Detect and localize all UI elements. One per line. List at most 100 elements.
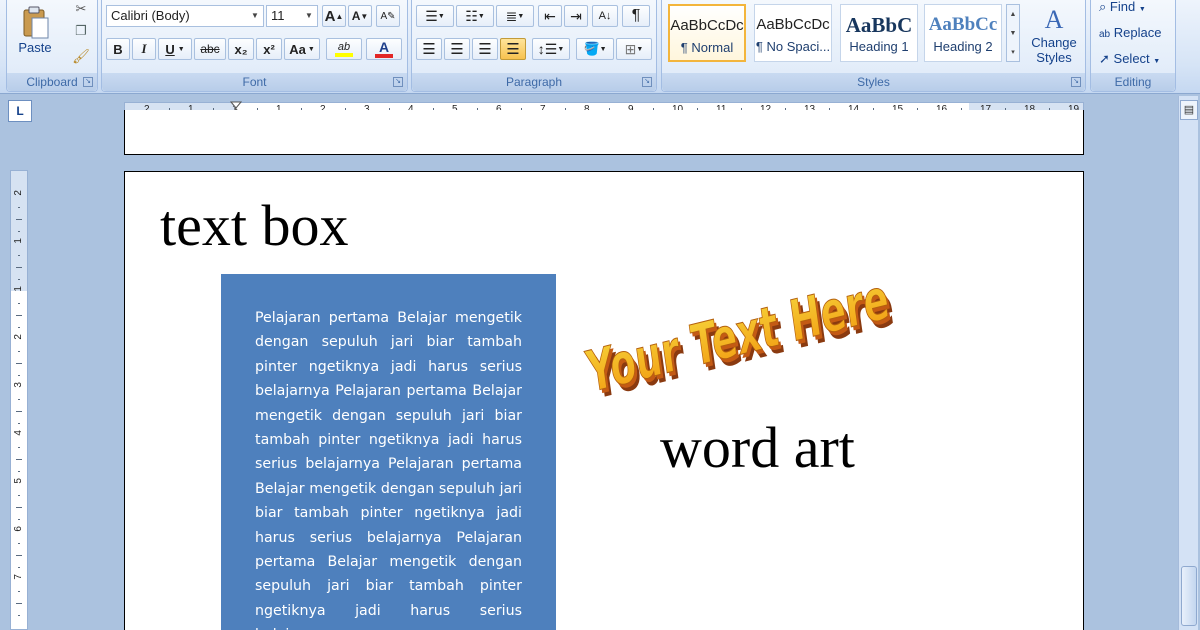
copy-icon: ❐ bbox=[75, 23, 87, 38]
ruler-toggle-icon[interactable]: ▤ bbox=[1180, 100, 1198, 120]
style-heading-1[interactable]: AaBbC Heading 1 bbox=[840, 4, 918, 62]
style-name: ¶ No Spaci... bbox=[755, 39, 831, 54]
styles-launcher-icon[interactable]: ↘ bbox=[1071, 77, 1081, 87]
scrollbar-thumb[interactable] bbox=[1181, 566, 1197, 626]
multilevel-list-button[interactable]: ≣ ▼ bbox=[496, 5, 534, 27]
line-spacing-icon: ↕☰ bbox=[537, 40, 558, 57]
ruler-tick bbox=[16, 363, 22, 364]
bullets-button[interactable]: ☰ ▼ bbox=[416, 5, 454, 27]
paragraph-launcher-icon[interactable]: ↘ bbox=[642, 77, 652, 87]
select-button[interactable]: ➚ Select ▼ bbox=[1099, 48, 1160, 70]
change-case-button[interactable]: Aa ▼ bbox=[284, 38, 320, 60]
word-art-caption[interactable]: word art bbox=[660, 414, 855, 481]
ruler-tick bbox=[16, 411, 22, 412]
ruler-tick bbox=[16, 507, 22, 508]
ruler-tick bbox=[18, 567, 20, 568]
style-name: ¶ Normal bbox=[680, 40, 734, 55]
underline-button[interactable]: U ▼ bbox=[158, 38, 192, 60]
superscript-label: x² bbox=[263, 41, 275, 57]
strike-label: abc bbox=[200, 42, 220, 56]
align-right-button[interactable]: ☰ bbox=[472, 38, 498, 60]
text-box-body: Pelajaran pertama Belajar mengetik denga… bbox=[255, 310, 522, 630]
find-button[interactable]: ⌕ Find ▼ bbox=[1099, 0, 1146, 18]
show-formatting-button[interactable]: ¶ bbox=[622, 5, 650, 27]
select-label: Select bbox=[1113, 51, 1150, 66]
font-size-value: 11 bbox=[271, 8, 285, 23]
align-right-icon: ☰ bbox=[478, 41, 492, 58]
ruler-tick bbox=[18, 447, 20, 448]
font-color-button[interactable]: A bbox=[366, 38, 402, 60]
superscript-button[interactable]: x² bbox=[256, 38, 282, 60]
bullets-icon: ☰ bbox=[425, 7, 438, 24]
subscript-button[interactable]: x₂ bbox=[228, 38, 254, 60]
style-no-spacing[interactable]: AaBbCcDc ¶ No Spaci... bbox=[754, 4, 832, 62]
styles-scroll[interactable]: ▲ ▼ ▾ bbox=[1006, 4, 1020, 62]
highlight-button[interactable]: ab bbox=[326, 38, 362, 60]
ruler-number: 6 bbox=[13, 526, 24, 532]
text-box[interactable]: Pelajaran pertama Belajar mengetik denga… bbox=[221, 274, 556, 630]
align-center-button[interactable]: ☰ bbox=[444, 38, 470, 60]
paste-label: Paste bbox=[18, 39, 52, 55]
sort-icon: A↓ bbox=[598, 10, 612, 22]
style-sample: AaBbC bbox=[845, 13, 913, 37]
ruler-tick bbox=[18, 255, 20, 256]
decrease-indent-button[interactable]: ⇤ bbox=[538, 5, 562, 27]
increase-indent-icon: ⇥ bbox=[570, 7, 582, 24]
style-normal[interactable]: AaBbCcDc ¶ Normal bbox=[668, 4, 746, 62]
ruler-number: 2 bbox=[13, 334, 24, 340]
justify-button[interactable]: ☰ bbox=[500, 38, 526, 60]
format-painter-button[interactable]: 🖌 bbox=[69, 46, 93, 66]
ruler-tick bbox=[16, 267, 22, 268]
tab-selector-button[interactable]: L bbox=[8, 100, 32, 122]
align-left-button[interactable]: ☰ bbox=[416, 38, 442, 60]
pilcrow-icon: ¶ bbox=[631, 7, 641, 24]
vertical-scrollbar[interactable]: ▤ bbox=[1178, 96, 1198, 630]
previous-page bbox=[124, 110, 1084, 155]
ruler-tick bbox=[18, 231, 20, 232]
paragraph-group-label: Paragraph bbox=[412, 73, 656, 91]
sort-button[interactable]: A↓ bbox=[592, 5, 618, 27]
copy-button[interactable]: ❐ bbox=[69, 22, 93, 40]
shrink-font-button[interactable]: A ▼ bbox=[348, 5, 372, 27]
ruler-number: 1 bbox=[13, 286, 24, 292]
paste-button[interactable]: Paste bbox=[13, 0, 57, 60]
replace-button[interactable]: ab Replace bbox=[1099, 22, 1161, 44]
word-art[interactable]: Your Text Here Your Text Here Your Text … bbox=[580, 280, 920, 420]
ruler-number: 7 bbox=[13, 574, 24, 580]
clear-formatting-button[interactable]: A✎ bbox=[376, 5, 400, 27]
style-name: Heading 1 bbox=[849, 39, 909, 54]
ruler-tick bbox=[18, 279, 20, 280]
vertical-ruler[interactable]: 2 1 1 2 3 4 5 6 7 bbox=[10, 170, 28, 630]
cut-button[interactable]: ✂ bbox=[69, 0, 93, 18]
clipboard-launcher-icon[interactable]: ↘ bbox=[83, 77, 93, 87]
style-heading-2[interactable]: AaBbCc Heading 2 bbox=[924, 4, 1002, 62]
ruler-tick bbox=[18, 375, 20, 376]
borders-icon: ⊞ bbox=[624, 40, 637, 57]
ruler-tick bbox=[18, 615, 20, 616]
ruler-tick bbox=[16, 219, 22, 220]
strikethrough-button[interactable]: abc bbox=[194, 38, 226, 60]
font-size-combo[interactable]: 11 ▼ bbox=[266, 5, 318, 27]
paragraph-group: ☰ ▼ ☷ ▼ ≣ ▼ ⇤ ⇥ A↓ ¶ ☰ ☰ ☰ ☰ ↕☰ ▼ 🪣 ▼ ⊞ ▼ Para… bbox=[411, 0, 657, 92]
font-launcher-icon[interactable]: ↘ bbox=[393, 77, 403, 87]
style-sample: AaBbCcDc bbox=[756, 16, 830, 33]
style-sample: AaBbCc bbox=[928, 14, 998, 35]
ruler-tick bbox=[18, 543, 20, 544]
bold-button[interactable]: B bbox=[106, 38, 130, 60]
grow-font-button[interactable]: A ▲ bbox=[322, 5, 346, 27]
format-painter-icon: 🖌 bbox=[72, 47, 90, 64]
borders-button[interactable]: ⊞ ▼ bbox=[616, 38, 652, 60]
paint-bucket-icon: 🪣 bbox=[583, 41, 600, 56]
shading-button[interactable]: 🪣 ▼ bbox=[576, 38, 614, 60]
justify-icon: ☰ bbox=[506, 41, 520, 58]
align-center-icon: ☰ bbox=[450, 41, 464, 58]
numbering-button[interactable]: ☷ ▼ bbox=[456, 5, 494, 27]
style-sample: AaBbCcDc bbox=[670, 17, 744, 34]
ruler-tick bbox=[18, 399, 20, 400]
increase-indent-button[interactable]: ⇥ bbox=[564, 5, 588, 27]
italic-button[interactable]: I bbox=[132, 38, 156, 60]
font-family-combo[interactable]: Calibri (Body) ▼ bbox=[106, 5, 264, 27]
line-spacing-button[interactable]: ↕☰ ▼ bbox=[532, 38, 570, 60]
text-box-heading[interactable]: text box bbox=[160, 192, 348, 259]
change-styles-button[interactable]: A Change Styles bbox=[1026, 0, 1082, 70]
